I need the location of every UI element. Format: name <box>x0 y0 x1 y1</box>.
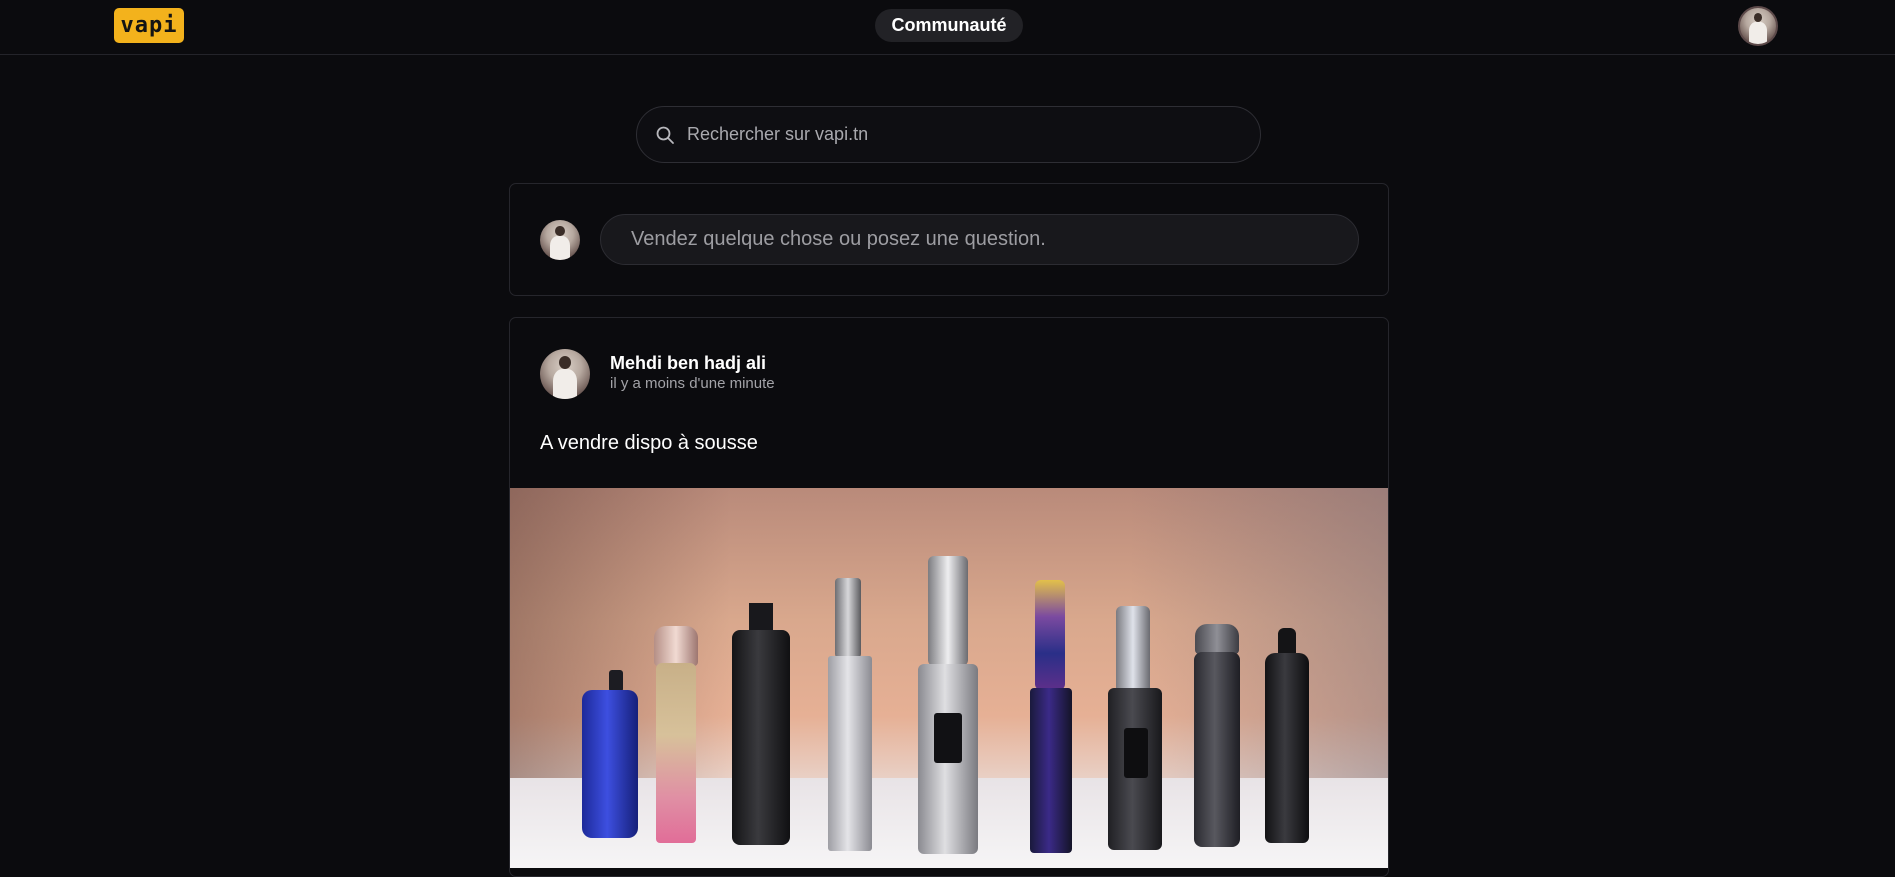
vape-device <box>1265 653 1309 843</box>
vape-device <box>656 663 696 843</box>
vape-device <box>654 626 698 666</box>
post-author-name[interactable]: Mehdi ben hadj ali <box>610 353 766 374</box>
avatar-body <box>1749 22 1767 44</box>
avatar-head <box>559 356 571 369</box>
post-timestamp: il y a moins d'une minute <box>610 375 775 392</box>
vape-device <box>582 690 638 838</box>
top-navigation-bar: vapi Communauté <box>0 0 1895 55</box>
vape-device <box>732 630 790 845</box>
vapi-logo[interactable]: vapi <box>114 8 184 43</box>
composer-input[interactable]: Vendez quelque chose ou posez une questi… <box>600 214 1359 265</box>
avatar-head <box>555 225 565 236</box>
vape-screen <box>1124 728 1148 778</box>
search-icon <box>656 126 674 144</box>
post-card: Mehdi ben hadj ali il y a moins d'une mi… <box>509 317 1389 877</box>
search-bar[interactable] <box>636 106 1261 163</box>
post-author-avatar[interactable] <box>540 349 590 399</box>
post-image[interactable] <box>510 488 1388 868</box>
user-avatar[interactable] <box>1738 6 1778 46</box>
composer-avatar <box>540 220 580 260</box>
post-text: A vendre dispo à sousse <box>540 432 758 454</box>
vape-device <box>749 603 773 633</box>
vape-device <box>1116 606 1150 694</box>
vape-device <box>609 670 623 692</box>
vape-device <box>928 556 968 666</box>
vape-device <box>1030 688 1072 853</box>
search-input[interactable] <box>687 124 1227 145</box>
vape-device <box>828 656 872 851</box>
vape-device <box>1194 652 1240 847</box>
avatar-body <box>550 236 570 260</box>
vape-screen <box>934 713 962 763</box>
vape-device <box>1195 624 1239 654</box>
avatar-body <box>553 369 577 399</box>
vape-device <box>835 578 861 658</box>
post-composer-card: Vendez quelque chose ou posez une questi… <box>509 183 1389 296</box>
community-tab[interactable]: Communauté <box>875 9 1023 42</box>
avatar-head <box>1753 13 1763 23</box>
vape-device <box>1035 580 1065 690</box>
